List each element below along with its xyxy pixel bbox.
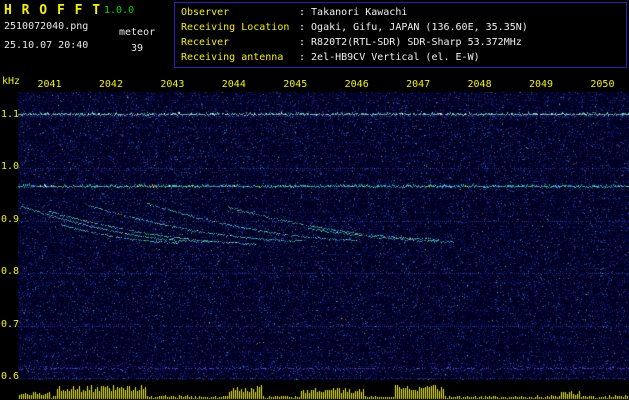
echo-count: 39 [131, 43, 144, 54]
time-tick-label: 2044 [221, 79, 246, 90]
spectrogram-plot [18, 92, 629, 380]
info-value: : 2el-HB9CV Vertical (el. E-W) [299, 52, 480, 63]
info-label: Receiving Location [181, 22, 290, 33]
info-row-observer: Observer : Takanori Kawachi [181, 5, 626, 20]
khz-unit-label: kHz [2, 76, 21, 87]
hrofft-window: H R O F F T 1.0.0 2510072040.png meteor … [0, 0, 629, 400]
time-tick-label: 2049 [528, 79, 554, 90]
info-value: : Takanori Kawachi [299, 7, 408, 18]
timestamp: 25.10.07 20:40 [4, 40, 89, 51]
time-tick-label: 2046 [344, 79, 369, 90]
info-row-antenna: Receiving antenna : 2el-HB9CV Vertical (e… [181, 50, 626, 65]
app-title: H R O F F T [4, 3, 102, 18]
info-row-receiver: Receiver : R820T2(RTL-SDR) SDR-Sharp 53.3… [181, 35, 626, 50]
freq-tick-label: 0.8 [1, 266, 20, 277]
time-tick-label: 2045 [283, 79, 308, 90]
freq-tick-label: 0.7 [1, 319, 20, 330]
time-tick-label: 2050 [590, 79, 615, 90]
info-value: : Ogaki, Gifu, JAPAN (136.60E, 35.35N) [299, 22, 528, 33]
info-value: : R820T2(RTL-SDR) SDR-Sharp 53.372MHz [299, 37, 522, 48]
mode-label: meteor [119, 27, 156, 38]
time-tick-label: 2047 [406, 79, 431, 90]
output-filename: 2510072040.png [4, 21, 89, 32]
time-tick-label: 2043 [160, 79, 185, 90]
info-label: Receiving antenna [181, 52, 284, 63]
time-tick-label: 2048 [467, 79, 492, 90]
time-axis: 2041 2042 2043 2044 2045 2046 2047 2048 … [36, 79, 616, 90]
signal-level-bar [18, 380, 629, 400]
time-tick-label: 2042 [98, 79, 123, 90]
freq-tick-label: 0.6 [1, 371, 20, 382]
info-label: Receiver [181, 37, 230, 48]
info-label: Observer [181, 7, 230, 18]
observer-info-panel: Observer : Takanori Kawachi Receiving Loc… [174, 2, 627, 68]
freq-tick-label: 0.9 [1, 214, 20, 225]
info-row-location: Receiving Location : Ogaki, Gifu, JAPAN (… [181, 20, 626, 35]
freq-tick-label: 1.1 [1, 109, 20, 120]
time-tick-label: 2041 [37, 79, 62, 90]
app-version: 1.0.0 [104, 5, 135, 16]
freq-tick-label: 1.0 [1, 161, 20, 172]
